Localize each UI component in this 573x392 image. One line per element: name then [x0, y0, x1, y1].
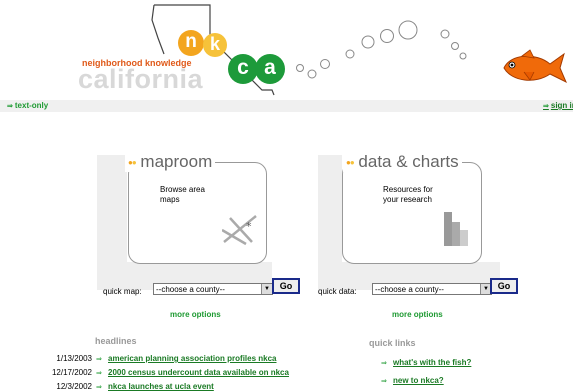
maproom-title-text: maproom: [140, 152, 213, 171]
arrow-icon: ⇒: [96, 370, 102, 377]
maproom-more-options-link[interactable]: more options: [170, 310, 221, 319]
quick-map-go-button[interactable]: Go: [272, 278, 300, 294]
logo-letter-c: c: [228, 54, 258, 84]
text-only-link[interactable]: ⇒ text-only: [7, 101, 48, 110]
fish-icon: [503, 49, 567, 84]
quick-data-county-select[interactable]: --choose a county-- ▼: [372, 283, 492, 295]
nav-bar: [0, 100, 573, 112]
arrow-icon: ⇒: [7, 103, 13, 110]
text-only-label: text-only: [14, 101, 49, 110]
data-charts-title[interactable]: ●● data & charts: [343, 152, 462, 172]
dots-icon: ●●: [346, 158, 355, 168]
headline-link[interactable]: nkca launches at ucla event: [108, 382, 214, 391]
data-charts-description: Resources for your research: [383, 185, 433, 204]
quick-data-go-button[interactable]: Go: [490, 278, 518, 294]
dots-icon: ●●: [128, 158, 137, 168]
logo-letter-k: k: [203, 33, 227, 57]
site-header: neighborhood knowledge california n k c …: [0, 0, 573, 100]
maproom-description: Browse area maps: [160, 185, 205, 204]
bar-chart-icon: [444, 212, 468, 246]
quick-data-select-value: --choose a county--: [375, 285, 444, 294]
chevron-down-icon[interactable]: ▼: [261, 284, 272, 294]
data-charts-more-options-link[interactable]: more options: [392, 310, 443, 319]
quick-link-new[interactable]: new to nkca?: [393, 376, 444, 385]
maproom-title[interactable]: ●● maproom: [125, 152, 216, 172]
headline-link[interactable]: 2000 census undercount data available on…: [108, 368, 289, 377]
panel-shade-left: [97, 155, 127, 275]
quick-links-heading: quick links: [369, 338, 416, 348]
quick-map-select-value: --choose a county--: [156, 285, 225, 294]
quick-data-label: quick data:: [318, 287, 357, 296]
arrow-icon: ⇒: [381, 378, 387, 385]
arrow-icon: ⇒: [381, 360, 387, 367]
quick-map-county-select[interactable]: --choose a county-- ▼: [153, 283, 273, 295]
headline-date: 12/17/2002: [51, 368, 92, 377]
svg-text:*: *: [246, 220, 252, 233]
headline-link[interactable]: american planning association profiles n…: [108, 354, 277, 363]
arrow-icon: ⇒: [96, 384, 102, 391]
sign-in-link[interactable]: ⇒sign in: [543, 101, 573, 110]
logo-wordmark: california: [78, 64, 204, 94]
headline-date: 1/13/2003: [56, 354, 92, 363]
logo-letter-a: a: [255, 54, 285, 84]
quick-map-label: quick map:: [103, 287, 142, 296]
arrow-icon: ⇒: [96, 356, 102, 363]
sign-in-label: sign in: [550, 101, 573, 110]
map-icon: *: [222, 215, 257, 246]
headlines-heading: headlines: [95, 336, 137, 346]
arrow-icon: ⇒: [543, 103, 549, 110]
headline-date: 12/3/2002: [56, 382, 92, 391]
logo-letter-n: n: [178, 30, 204, 56]
panel-shade-right: [318, 155, 342, 275]
quick-link-fish[interactable]: what's with the fish?: [393, 358, 471, 367]
bubble-icon: [296, 20, 467, 79]
data-charts-title-text: data & charts: [358, 152, 459, 171]
